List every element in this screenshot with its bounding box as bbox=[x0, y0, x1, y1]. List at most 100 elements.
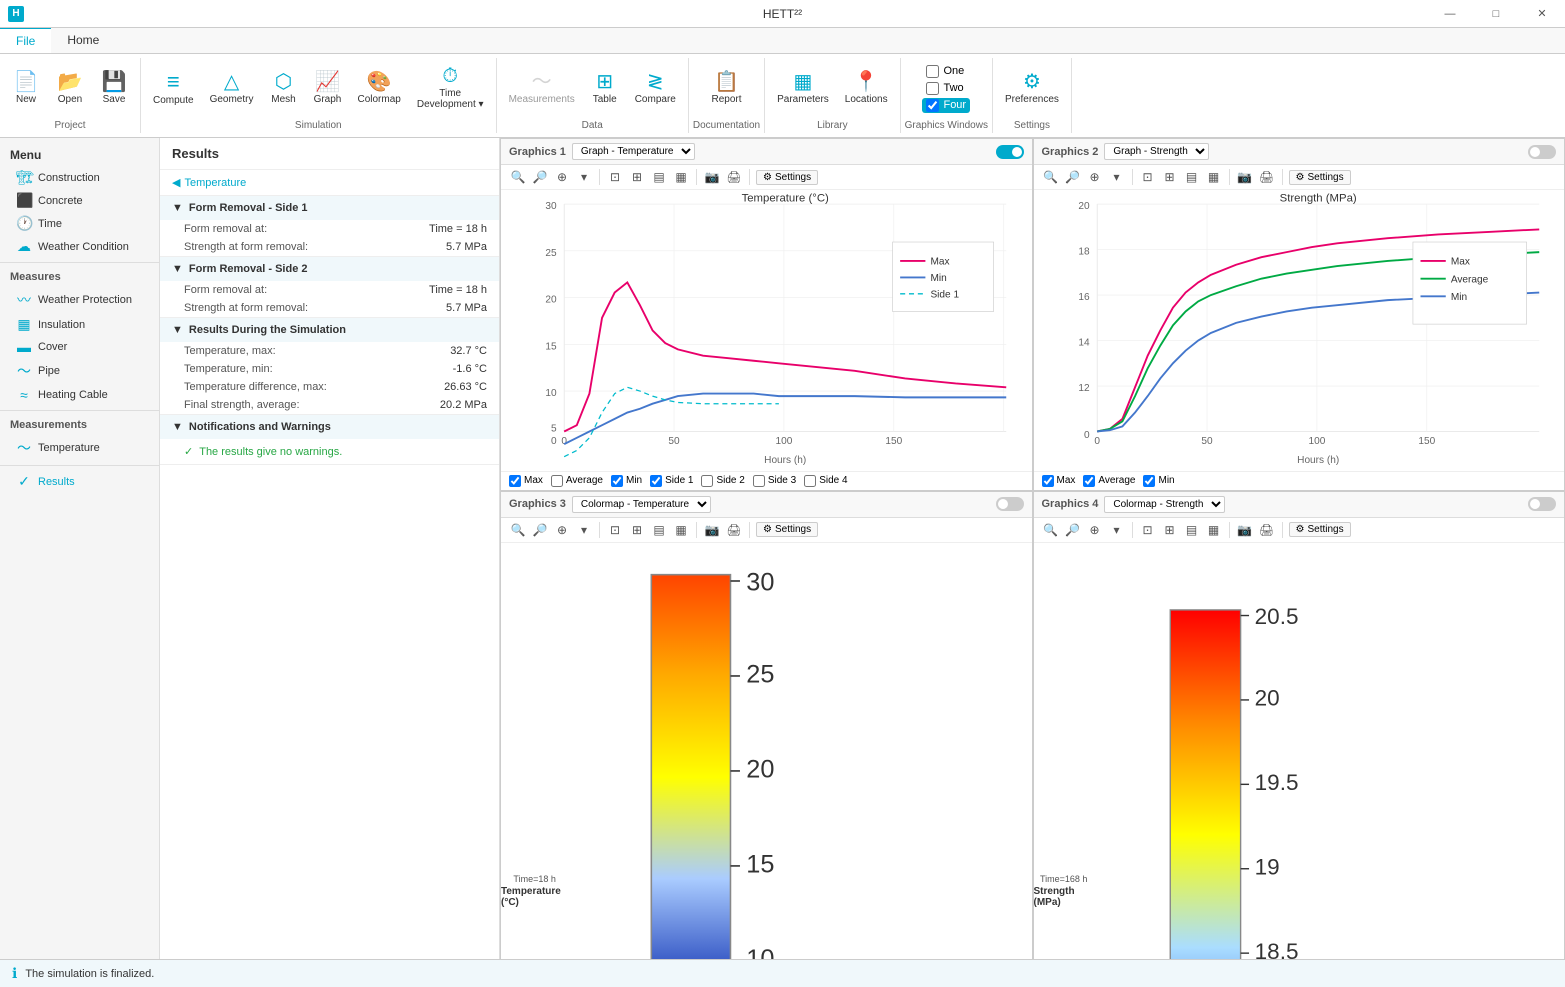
tab-home[interactable]: Home bbox=[51, 28, 115, 53]
camera-icon-3[interactable]: 📷 bbox=[703, 521, 721, 539]
lines-icon-2[interactable]: ▦ bbox=[1205, 168, 1223, 186]
graphics-2-select[interactable]: Graph - Strength bbox=[1104, 143, 1209, 160]
locations-button[interactable]: 📍 Locations bbox=[837, 58, 896, 118]
grid-icon[interactable]: ⊞ bbox=[628, 168, 646, 186]
cb-min-input-2[interactable] bbox=[1143, 475, 1155, 487]
graphics-3-toggle[interactable] bbox=[996, 497, 1024, 511]
fit-icon[interactable]: ⊡ bbox=[606, 168, 624, 186]
results-section-form1-header[interactable]: ▼ Form Removal - Side 1 bbox=[160, 196, 499, 220]
zoom-out-icon-3[interactable]: 🔎 bbox=[531, 521, 549, 539]
lines-icon[interactable]: ▦ bbox=[672, 168, 690, 186]
print-icon[interactable]: 🖨 bbox=[725, 168, 743, 186]
graphics-3-select[interactable]: Colormap - Temperature bbox=[572, 496, 711, 513]
fit-icon-4[interactable]: ⊡ bbox=[1139, 521, 1157, 539]
geometry-button[interactable]: △ Geometry bbox=[202, 58, 262, 118]
cb-avg-input-1[interactable] bbox=[551, 475, 563, 487]
cb-side1-1[interactable]: Side 1 bbox=[650, 475, 693, 487]
zoom-reset-icon-3[interactable]: ⊕ bbox=[553, 521, 571, 539]
graphics-1-select[interactable]: Graph - Temperature bbox=[572, 143, 695, 160]
print-icon-3[interactable]: 🖨 bbox=[725, 521, 743, 539]
graph-button[interactable]: 📈 Graph bbox=[305, 58, 349, 118]
sidebar-item-cover[interactable]: ▬ Cover bbox=[0, 336, 159, 358]
cb-side3-input-1[interactable] bbox=[753, 475, 765, 487]
parameters-button[interactable]: ▦ Parameters bbox=[769, 58, 837, 118]
colormap-button[interactable]: 🎨 Colormap bbox=[349, 58, 408, 118]
sidebar-item-heating-cable[interactable]: ≈ Heating Cable bbox=[0, 384, 159, 406]
graphics-2-toggle[interactable] bbox=[1528, 145, 1556, 159]
zoom-out-icon-2[interactable]: 🔎 bbox=[1064, 168, 1082, 186]
results-section-sim-header[interactable]: ▼ Results During the Simulation bbox=[160, 318, 499, 342]
cb-max-1[interactable]: Max bbox=[509, 475, 543, 487]
gw-checkbox-four[interactable] bbox=[926, 99, 939, 112]
report-button[interactable]: 📋 Report bbox=[703, 58, 749, 118]
table-icon-4[interactable]: ▤ bbox=[650, 521, 668, 539]
preferences-button[interactable]: ⚙ Preferences bbox=[997, 58, 1067, 118]
grid-icon-3[interactable]: ⊞ bbox=[628, 521, 646, 539]
graphics-4-toggle[interactable] bbox=[1528, 497, 1556, 511]
cb-side2-input-1[interactable] bbox=[701, 475, 713, 487]
compute-button[interactable]: ≡ Compute bbox=[145, 58, 202, 118]
grid-icon-2[interactable]: ⊞ bbox=[1161, 168, 1179, 186]
print-icon-2[interactable]: 🖨 bbox=[1258, 168, 1276, 186]
lines-icon-4[interactable]: ▦ bbox=[1205, 521, 1223, 539]
time-development-button[interactable]: ⏱ TimeDevelopment ▾ bbox=[409, 58, 492, 118]
cb-side4-1[interactable]: Side 4 bbox=[804, 475, 847, 487]
lines-icon-3[interactable]: ▦ bbox=[672, 521, 690, 539]
open-button[interactable]: 📂 Open bbox=[48, 58, 92, 118]
save-button[interactable]: 💾 Save bbox=[92, 58, 136, 118]
dropdown-icon-4[interactable]: ▾ bbox=[1108, 521, 1126, 539]
gw-checkbox-one[interactable] bbox=[926, 65, 939, 78]
cb-side1-input-1[interactable] bbox=[650, 475, 662, 487]
measurements-button[interactable]: 〜 Measurements bbox=[501, 58, 583, 118]
gw-option-four[interactable]: Four bbox=[922, 98, 970, 113]
cb-max-input-1[interactable] bbox=[509, 475, 521, 487]
settings-button-2[interactable]: ⚙ Settings bbox=[1289, 170, 1351, 185]
table-icon-2[interactable]: ▤ bbox=[650, 168, 668, 186]
graphics-4-select[interactable]: Colormap - Strength bbox=[1104, 496, 1225, 513]
mesh-button[interactable]: ⬡ Mesh bbox=[261, 58, 305, 118]
zoom-in-icon-2[interactable]: 🔍 bbox=[1042, 168, 1060, 186]
settings-button-3[interactable]: ⚙ Settings bbox=[756, 522, 818, 537]
sidebar-item-weather-protection[interactable]: 〰 Weather Protection bbox=[0, 287, 159, 313]
compare-button[interactable]: ≷ Compare bbox=[627, 58, 684, 118]
zoom-reset-icon[interactable]: ⊕ bbox=[553, 168, 571, 186]
dropdown-icon-2[interactable]: ▾ bbox=[1108, 168, 1126, 186]
sidebar-item-temperature[interactable]: 〜 Temperature bbox=[0, 435, 159, 461]
dropdown-icon-3[interactable]: ▾ bbox=[575, 521, 593, 539]
zoom-reset-icon-4[interactable]: ⊕ bbox=[1086, 521, 1104, 539]
fit-icon-2[interactable]: ⊡ bbox=[1139, 168, 1157, 186]
new-button[interactable]: 📄 New bbox=[4, 58, 48, 118]
cb-max-2[interactable]: Max bbox=[1042, 475, 1076, 487]
dropdown-icon[interactable]: ▾ bbox=[575, 168, 593, 186]
graphics-1-toggle[interactable] bbox=[996, 145, 1024, 159]
cb-side4-input-1[interactable] bbox=[804, 475, 816, 487]
minimize-button[interactable]: — bbox=[1427, 0, 1473, 28]
settings-button-4[interactable]: ⚙ Settings bbox=[1289, 522, 1351, 537]
camera-icon-4[interactable]: 📷 bbox=[1236, 521, 1254, 539]
zoom-out-icon[interactable]: 🔎 bbox=[531, 168, 549, 186]
sidebar-item-weather[interactable]: ☁ Weather Condition bbox=[0, 235, 159, 258]
zoom-reset-icon-2[interactable]: ⊕ bbox=[1086, 168, 1104, 186]
cb-max-input-2[interactable] bbox=[1042, 475, 1054, 487]
gw-option-one[interactable]: One bbox=[922, 64, 970, 79]
gw-option-two[interactable]: Two bbox=[922, 81, 970, 96]
cb-min-2[interactable]: Min bbox=[1143, 475, 1174, 487]
cb-min-1[interactable]: Min bbox=[611, 475, 642, 487]
gw-checkbox-two[interactable] bbox=[926, 82, 939, 95]
zoom-out-icon-4[interactable]: 🔎 bbox=[1064, 521, 1082, 539]
tab-file[interactable]: File bbox=[0, 27, 51, 53]
zoom-in-icon-3[interactable]: 🔍 bbox=[509, 521, 527, 539]
sidebar-item-insulation[interactable]: ▦ Insulation bbox=[0, 313, 159, 336]
camera-icon-2[interactable]: 📷 bbox=[1236, 168, 1254, 186]
zoom-in-icon-4[interactable]: 🔍 bbox=[1042, 521, 1060, 539]
table-icon-3[interactable]: ▤ bbox=[1183, 168, 1201, 186]
sidebar-item-construction[interactable]: 🏗 Construction bbox=[0, 166, 159, 189]
cb-avg-2[interactable]: Average bbox=[1083, 475, 1135, 487]
table-button[interactable]: ⊞ Table bbox=[583, 58, 627, 118]
cb-avg-1[interactable]: Average bbox=[551, 475, 603, 487]
settings-button-1[interactable]: ⚙ Settings bbox=[756, 170, 818, 185]
sidebar-item-time[interactable]: 🕐 Time bbox=[0, 212, 159, 235]
results-section-form2-header[interactable]: ▼ Form Removal - Side 2 bbox=[160, 257, 499, 281]
cb-min-input-1[interactable] bbox=[611, 475, 623, 487]
fit-icon-3[interactable]: ⊡ bbox=[606, 521, 624, 539]
